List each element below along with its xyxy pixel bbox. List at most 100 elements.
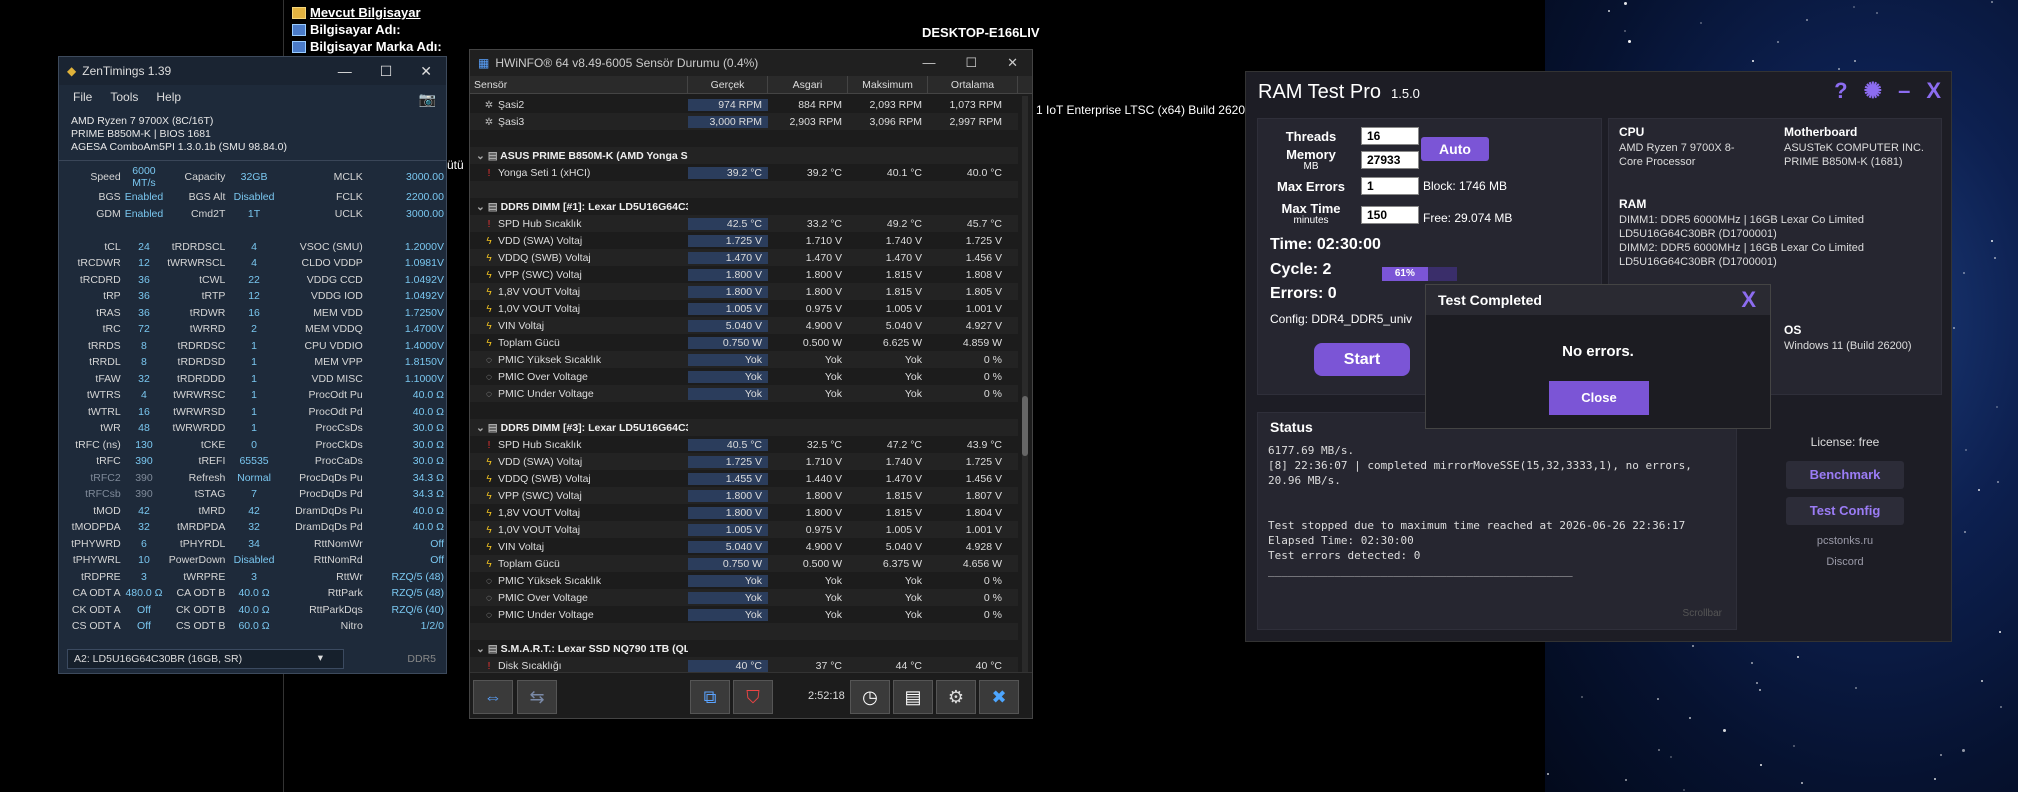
sensor-value: 5.040 V <box>885 319 922 332</box>
timing-value: 1 <box>251 422 257 435</box>
col-min[interactable]: Asgari <box>768 76 848 93</box>
test-config-button[interactable]: Test Config <box>1786 497 1904 525</box>
minimize-icon[interactable]: — <box>922 55 935 71</box>
sensor-row[interactable] <box>470 130 1018 147</box>
sensor-row[interactable]: ϟ VDD (SWA) Voltaj 1.725 V 1.710 V 1.740 V 1.… <box>470 453 1018 470</box>
col-current[interactable]: Gerçek <box>688 76 768 93</box>
col-avg[interactable]: Ortalama <box>928 76 1018 93</box>
camera-icon[interactable]: 📷 <box>419 91 436 108</box>
settings-gear-icon[interactable]: ⚙ <box>936 680 976 714</box>
dialog-close-icon[interactable]: X <box>1741 287 1756 313</box>
sensor-row[interactable] <box>470 181 1018 198</box>
memory-input[interactable]: 27933 <box>1361 151 1419 169</box>
sensor-group-header[interactable]: ⌄ ▤ DDR5 DIMM [#3]: Lexar LD5U16G64C30BR… <box>470 419 1018 436</box>
sensor-row[interactable]: ϟ VIN Voltaj 5.040 V 4.900 V 5.040 V 4.927 V <box>470 317 1018 334</box>
col-sensor[interactable]: Sensör <box>470 76 688 93</box>
collapse-arrows-icon[interactable]: ⇆ <box>517 680 557 714</box>
sensor-row[interactable] <box>470 402 1018 419</box>
sensor-row[interactable]: ϟ 1,8V VOUT Voltaj 1.800 V 1.800 V 1.815 V 1.… <box>470 283 1018 300</box>
timing-label: tMRDPDA <box>176 521 226 534</box>
sensor-group-header[interactable]: ⌄ ▤ DDR5 DIMM [#1]: Lexar LD5U16G64C30BR… <box>470 198 1018 215</box>
zentimings-titlebar[interactable]: ◆ ZenTimings 1.39 — ☐ ✕ <box>59 57 446 85</box>
sensor-row[interactable]: ! SPD Hub Sıcaklık 42.5 °C 33.2 °C 49.2 °C 45… <box>470 215 1018 232</box>
max-time-input[interactable]: 150 <box>1361 206 1419 224</box>
benchmark-button[interactable]: Benchmark <box>1786 461 1904 489</box>
sensor-row[interactable]: ϟ Toplam Gücü 0.750 W 0.500 W 6.375 W 4.656 W <box>470 555 1018 572</box>
sensor-row[interactable]: ϟ VDD (SWA) Voltaj 1.725 V 1.710 V 1.740 V 1.… <box>470 232 1018 249</box>
scrollbar-label[interactable]: Scrollbar <box>1683 608 1722 619</box>
logging-icon[interactable]: ⛉ <box>733 680 773 714</box>
sensor-row[interactable]: ϟ VPP (SWC) Voltaj 1.800 V 1.800 V 1.815 V 1.… <box>470 266 1018 283</box>
timing-value: 1 <box>251 339 257 352</box>
sensor-row[interactable]: ϟ VIN Voltaj 5.040 V 4.900 V 5.040 V 4.928 V <box>470 538 1018 555</box>
sensor-row[interactable] <box>470 623 1018 640</box>
board-info: PRIME B850M-K | BIOS 1681 <box>71 128 211 140</box>
tree-item-current-pc[interactable]: Mevcut Bilgisayar <box>292 4 442 21</box>
tree-item-brand[interactable]: Bilgisayar Marka Adı: <box>292 38 442 55</box>
minimize-icon[interactable]: – <box>1898 78 1910 104</box>
help-icon[interactable]: ? <box>1834 78 1847 104</box>
timing-value: 60.0 Ω <box>238 620 270 633</box>
sensor-row[interactable]: ϟ VPP (SWC) Voltaj 1.800 V 1.800 V 1.815 V 1.… <box>470 487 1018 504</box>
sensor-row[interactable]: ϟ 1,0V VOUT Voltaj 1.005 V 0.975 V 1.005 V 1.… <box>470 300 1018 317</box>
timing-value: 1 <box>251 356 257 369</box>
minimize-icon[interactable]: — <box>338 63 352 80</box>
site-link[interactable]: pcstonks.ru <box>1785 535 1905 547</box>
col-max[interactable]: Maksimum <box>848 76 928 93</box>
sensor-row[interactable]: ϟ Toplam Gücü 0.750 W 0.500 W 6.625 W 4.859 W <box>470 334 1018 351</box>
sensor-row[interactable]: ! Yonga Seti 1 (xHCI) 39.2 °C 39.2 °C 40.1 °… <box>470 164 1018 181</box>
sensor-value: 884 RPM <box>798 98 842 111</box>
expand-arrows-icon[interactable]: ⇔ <box>473 680 513 714</box>
max-errors-input[interactable]: 1 <box>1361 177 1419 195</box>
scroll-thumb[interactable] <box>1022 396 1028 456</box>
menu-file[interactable]: File <box>73 90 92 104</box>
sensor-label: 1,0V VOUT Voltaj <box>498 302 581 315</box>
sensor-group-header[interactable]: ⌄ ▤ S.M.A.R.T.: Lexar SSD NQ790 1TB (QLC… <box>470 640 1018 657</box>
sensor-row[interactable]: ϟ 1,8V VOUT Voltaj 1.800 V 1.800 V 1.815 V 1.… <box>470 504 1018 521</box>
timing-label: Cmd2T <box>190 207 226 220</box>
timing-value: 1T <box>247 207 261 220</box>
sensor-row[interactable]: ϟ 1,0V VOUT Voltaj 1.005 V 0.975 V 1.005 V 1.… <box>470 521 1018 538</box>
sensor-row[interactable]: ◌ PMIC Yüksek Sıcaklık Yok Yok Yok 0 % <box>470 572 1018 589</box>
timing-label: Nitro <box>340 620 363 633</box>
scrollbar[interactable] <box>1022 96 1028 672</box>
sensor-row[interactable]: ✲ Şasi2 974 RPM 884 RPM 2,093 RPM 1,073 RPM <box>470 96 1018 113</box>
sensor-row[interactable]: ◌ PMIC Over Voltage Yok Yok Yok 0 % <box>470 589 1018 606</box>
tree-item-computer-name[interactable]: Bilgisayar Adı: <box>292 21 442 38</box>
start-button[interactable]: Start <box>1314 343 1410 376</box>
sensor-value: 1.807 V <box>965 489 1002 502</box>
dialog-close-button[interactable]: Close <box>1549 381 1649 415</box>
sensor-row[interactable]: ϟ VDDQ (SWB) Voltaj 1.470 V 1.470 V 1.470 V 1… <box>470 249 1018 266</box>
timing-value: 3000.00 <box>406 207 444 220</box>
sensor-row[interactable]: ◌ PMIC Yüksek Sıcaklık Yok Yok Yok 0 % <box>470 351 1018 368</box>
max-time-label-group: Max Time minutes <box>1266 201 1356 226</box>
hwinfo-titlebar[interactable]: ▦ HWiNFO® 64 v8.49-6005 Sensör Durumu (0… <box>470 50 1032 76</box>
close-icon[interactable]: ✕ <box>1007 55 1018 71</box>
sensor-row[interactable]: ✲ Şasi3 3,000 RPM 2,903 RPM 3,096 RPM 2,997 R… <box>470 113 1018 130</box>
config-name[interactable]: Config: DDR4_DDR5_univ <box>1270 312 1412 326</box>
threads-input[interactable]: 16 <box>1361 127 1419 145</box>
sensor-row[interactable]: ϟ VDDQ (SWB) Voltaj 1.455 V 1.440 V 1.470 V 1… <box>470 470 1018 487</box>
dimm-select[interactable]: A2: LD5U16G64C30BR (16GB, SR) ▾ <box>67 649 344 669</box>
clock-icon[interactable]: ◷ <box>850 680 890 714</box>
sensor-group-header[interactable]: ⌄ ▤ ASUS PRIME B850M-K (AMD Yonga Seti) <box>470 147 1018 164</box>
sensor-row[interactable]: ! SPD Hub Sıcaklık 40.5 °C 32.5 °C 47.2 °C 43… <box>470 436 1018 453</box>
maximize-icon[interactable]: ☐ <box>965 55 977 71</box>
network-icon[interactable]: ⧉ <box>690 680 730 714</box>
discord-link[interactable]: Discord <box>1785 556 1905 568</box>
menu-tools[interactable]: Tools <box>110 90 138 104</box>
sensor-row[interactable]: ◌ PMIC Under Voltage Yok Yok Yok 0 % <box>470 385 1018 402</box>
maximize-icon[interactable]: ☐ <box>380 63 393 80</box>
report-icon[interactable]: ▤ <box>893 680 933 714</box>
close-icon[interactable]: X <box>1926 78 1941 104</box>
menu-help[interactable]: Help <box>156 90 181 104</box>
settings-gear-icon[interactable]: ✺ <box>1864 78 1882 104</box>
timing-value: Normal <box>237 471 271 484</box>
exit-icon[interactable]: ✖ <box>979 680 1019 714</box>
auto-button[interactable]: Auto <box>1421 137 1489 161</box>
sensor-row[interactable]: ! Disk Sıcaklığı 40 °C 37 °C 44 °C 40 °C <box>470 657 1018 672</box>
close-icon[interactable]: ✕ <box>420 63 432 80</box>
timing-label <box>165 222 227 239</box>
sensor-row[interactable]: ◌ PMIC Under Voltage Yok Yok Yok 0 % <box>470 606 1018 623</box>
sensor-row[interactable]: ◌ PMIC Over Voltage Yok Yok Yok 0 % <box>470 368 1018 385</box>
